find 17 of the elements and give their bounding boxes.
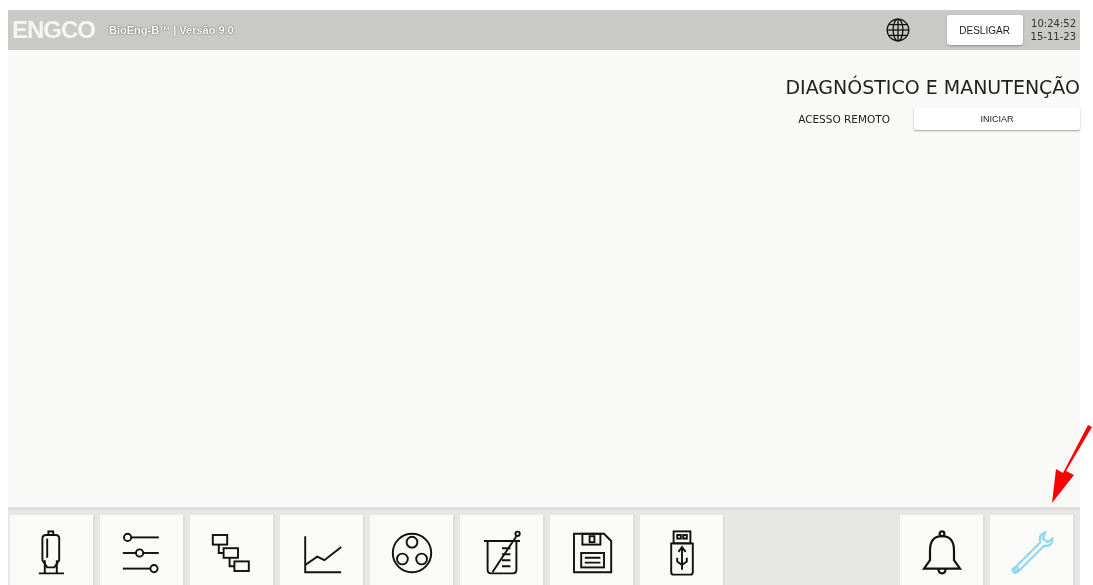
nav-tank-button[interactable]	[10, 515, 95, 585]
nav-usb-button[interactable]	[640, 515, 725, 585]
nav-chart-button[interactable]	[280, 515, 365, 585]
nav-bell-button[interactable]	[900, 515, 985, 585]
nav-blocks-button[interactable]	[190, 515, 275, 585]
nav-save-button[interactable]	[550, 515, 635, 585]
nav-beaker-button[interactable]	[460, 515, 545, 585]
power-off-button[interactable]: DESLIGAR	[946, 15, 1023, 45]
clock-time: 10:24:52	[1031, 17, 1076, 30]
product-version: BioEng-B™ | Versão 9.0	[109, 24, 234, 36]
nav-circles-button[interactable]	[370, 515, 455, 585]
start-button[interactable]: INICIAR	[914, 107, 1080, 130]
globe-icon[interactable]	[884, 17, 911, 43]
section-title: DIAGNÓSTICO E MANUTENÇÃO	[785, 76, 1080, 98]
remote-access-label: ACESSO REMOTO	[798, 112, 890, 125]
nav-sliders-button[interactable]	[100, 515, 185, 585]
clock-date: 15-11-23	[1030, 30, 1076, 43]
